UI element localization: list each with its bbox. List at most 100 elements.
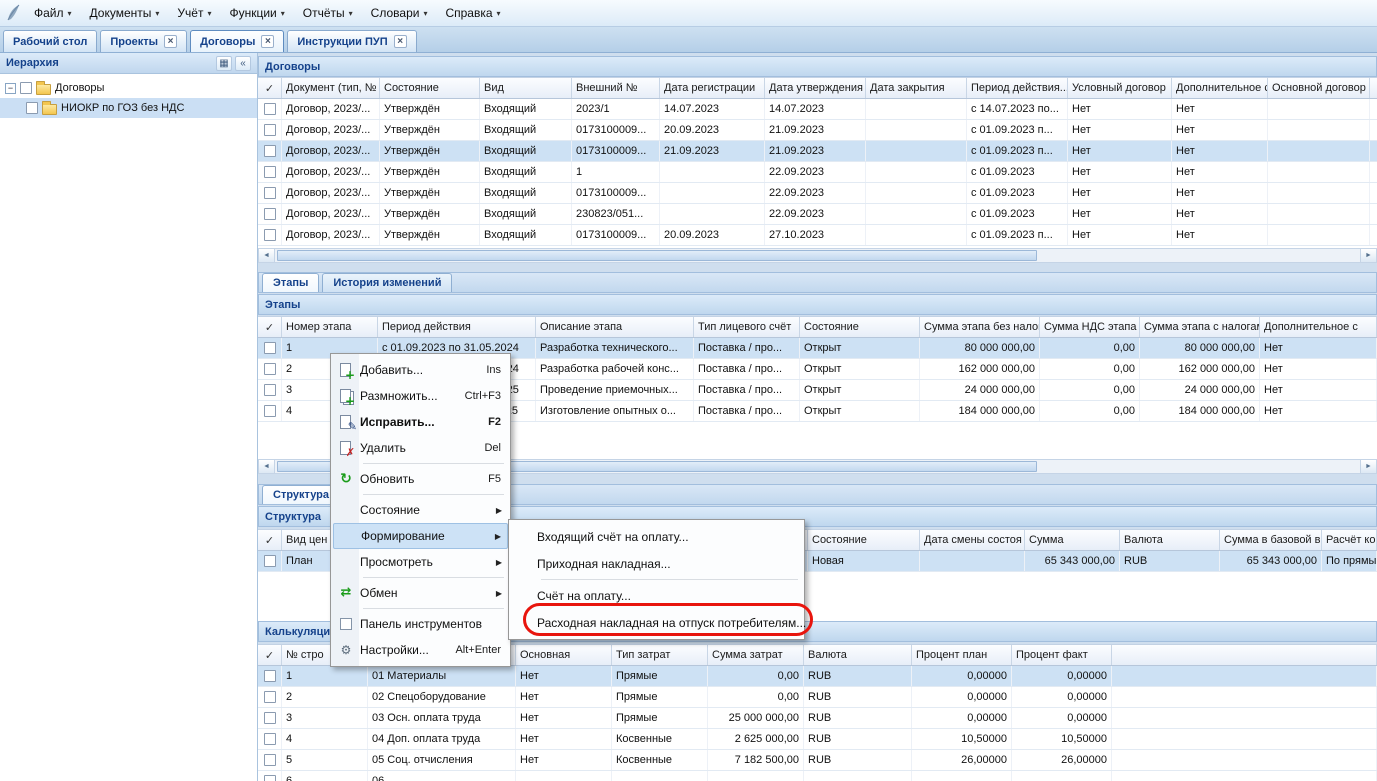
- row-checkbox[interactable]: [264, 187, 276, 199]
- context-menu-item[interactable]: Исправить...F2: [333, 409, 508, 435]
- column-header[interactable]: Дата смены состоя: [920, 530, 1025, 550]
- tree-item[interactable]: НИОКР по ГОЗ без НДС: [0, 98, 257, 118]
- tab-4[interactable]: Инструкции ПУП×: [287, 30, 416, 52]
- column-header[interactable]: Описание этапа: [536, 317, 694, 337]
- column-header[interactable]: Номер этапа: [282, 317, 378, 337]
- context-menu-item[interactable]: Формирование▶: [333, 523, 508, 549]
- column-header[interactable]: Основной договор: [1268, 78, 1370, 98]
- table-row[interactable]: Договор, 2023/...УтверждёнВходящий017310…: [258, 141, 1377, 162]
- menubar-item[interactable]: Функции▾: [220, 2, 293, 24]
- scroll-left-button[interactable]: ◄: [259, 249, 275, 262]
- row-checkbox[interactable]: [264, 733, 276, 745]
- column-header[interactable]: Дата утверждения: [765, 78, 866, 98]
- column-header[interactable]: Тип лицевого счёт: [694, 317, 800, 337]
- close-icon[interactable]: ×: [394, 35, 407, 48]
- table-row[interactable]: Договор, 2023/...УтверждёнВходящий017310…: [258, 183, 1377, 204]
- column-header[interactable]: Сумма этапа без налогов: [920, 317, 1040, 337]
- column-header[interactable]: Процент факт: [1012, 645, 1112, 665]
- menubar-item[interactable]: Документы▾: [81, 2, 169, 24]
- table-row[interactable]: 202 СпецоборудованиеНетПрямые0,00RUB0,00…: [258, 687, 1377, 708]
- context-menu-item[interactable]: Добавить...Ins: [333, 357, 508, 383]
- column-header[interactable]: Состояние: [808, 530, 920, 550]
- context-menu-item[interactable]: Размножить...Ctrl+F3: [333, 383, 508, 409]
- menubar-item[interactable]: Файл▾: [25, 2, 81, 24]
- scroll-right-button[interactable]: ►: [1360, 249, 1376, 262]
- row-checkbox[interactable]: [264, 208, 276, 220]
- submenu-item[interactable]: Счёт на оплату...: [511, 582, 802, 609]
- column-header[interactable]: Документ (тип, №: [282, 78, 380, 98]
- tree-checkbox[interactable]: [20, 82, 32, 94]
- row-checkbox[interactable]: [264, 342, 276, 354]
- table-row[interactable]: Договор, 2023/...УтверждёнВходящий2023/1…: [258, 99, 1377, 120]
- select-all-header[interactable]: ✓: [258, 317, 282, 337]
- row-checkbox[interactable]: [264, 555, 276, 567]
- column-header[interactable]: Условный договор: [1068, 78, 1172, 98]
- select-all-header[interactable]: ✓: [258, 78, 282, 98]
- collapse-panel-button[interactable]: «: [235, 56, 251, 71]
- column-header[interactable]: Расчёт ко: [1322, 530, 1377, 550]
- submenu-item[interactable]: Приходная накладная...: [511, 550, 802, 577]
- tree-expander-icon[interactable]: −: [5, 83, 16, 94]
- column-header[interactable]: Сумма затрат: [708, 645, 804, 665]
- column-header[interactable]: Внешний №: [572, 78, 660, 98]
- scroll-left-button[interactable]: ◄: [259, 460, 275, 473]
- section-tab[interactable]: Этапы: [262, 273, 319, 292]
- row-checkbox[interactable]: [264, 166, 276, 178]
- close-icon[interactable]: ×: [164, 35, 177, 48]
- column-header[interactable]: Процент план: [912, 645, 1012, 665]
- section-tab[interactable]: Структура: [262, 485, 340, 504]
- submenu-item-annotated[interactable]: Расходная накладная на отпуск потребител…: [511, 609, 802, 636]
- row-checkbox[interactable]: [264, 754, 276, 766]
- table-row[interactable]: 505 Соц. отчисленияНетКосвенные7 182 500…: [258, 750, 1377, 771]
- tab-1[interactable]: Рабочий стол: [3, 30, 97, 52]
- context-menu-item[interactable]: ⚙Настройки...Alt+Enter: [333, 637, 508, 663]
- row-checkbox[interactable]: [264, 775, 276, 781]
- table-row[interactable]: 303 Осн. оплата трудаНетПрямые25 000 000…: [258, 708, 1377, 729]
- select-all-header[interactable]: ✓: [258, 645, 282, 665]
- menubar-item[interactable]: Справка▾: [436, 2, 509, 24]
- menubar-item[interactable]: Отчёты▾: [294, 2, 362, 24]
- tree-item[interactable]: −Договоры: [0, 78, 257, 98]
- table-row[interactable]: 404 Доп. оплата трудаНетКосвенные2 625 0…: [258, 729, 1377, 750]
- tab-2[interactable]: Проекты×: [100, 30, 187, 52]
- row-checkbox[interactable]: [264, 691, 276, 703]
- row-checkbox[interactable]: [264, 103, 276, 115]
- submenu-item[interactable]: Входящий счёт на оплату...: [511, 523, 802, 550]
- context-menu-item[interactable]: Панель инструментов: [333, 611, 508, 637]
- grid-view-button[interactable]: ▦: [216, 56, 232, 71]
- context-menu-item[interactable]: Состояние▶: [333, 497, 508, 523]
- context-menu-item[interactable]: Просмотреть▶: [333, 549, 508, 575]
- row-checkbox[interactable]: [264, 384, 276, 396]
- column-header[interactable]: Валюта: [1120, 530, 1220, 550]
- column-header[interactable]: Основная: [516, 645, 612, 665]
- menubar-item[interactable]: Учёт▾: [168, 2, 220, 24]
- column-header[interactable]: Сумма: [1025, 530, 1120, 550]
- column-header[interactable]: Сумма в базовой в: [1220, 530, 1322, 550]
- column-header[interactable]: Состояние: [800, 317, 920, 337]
- section-tab[interactable]: История изменений: [322, 273, 452, 292]
- column-header[interactable]: Период действия...: [967, 78, 1068, 98]
- column-header[interactable]: Период действия: [378, 317, 536, 337]
- context-menu-item[interactable]: УдалитьDel: [333, 435, 508, 461]
- scroll-right-button[interactable]: ►: [1360, 460, 1376, 473]
- row-checkbox[interactable]: [264, 229, 276, 241]
- table-row[interactable]: 606: [258, 771, 1377, 781]
- column-header[interactable]: Дополнительное с: [1172, 78, 1268, 98]
- close-icon[interactable]: ×: [261, 35, 274, 48]
- scrollbar-thumb[interactable]: [277, 250, 1037, 261]
- column-header[interactable]: Дата закрытия: [866, 78, 967, 98]
- table-row[interactable]: Договор, 2023/...УтверждёнВходящий122.09…: [258, 162, 1377, 183]
- column-header[interactable]: [1112, 645, 1377, 665]
- row-checkbox[interactable]: [264, 670, 276, 682]
- column-header[interactable]: Сумма этапа с налогами: [1140, 317, 1260, 337]
- tree-checkbox[interactable]: [26, 102, 38, 114]
- tab-3[interactable]: Договоры×: [190, 30, 284, 52]
- contracts-horizontal-scrollbar[interactable]: ◄ ►: [258, 248, 1377, 263]
- column-header[interactable]: Тип затрат: [612, 645, 708, 665]
- table-row[interactable]: Договор, 2023/...УтверждёнВходящий230823…: [258, 204, 1377, 225]
- row-checkbox[interactable]: [264, 145, 276, 157]
- column-header[interactable]: Дата регистрации: [660, 78, 765, 98]
- row-checkbox[interactable]: [264, 363, 276, 375]
- column-header[interactable]: Вид: [480, 78, 572, 98]
- row-checkbox[interactable]: [264, 712, 276, 724]
